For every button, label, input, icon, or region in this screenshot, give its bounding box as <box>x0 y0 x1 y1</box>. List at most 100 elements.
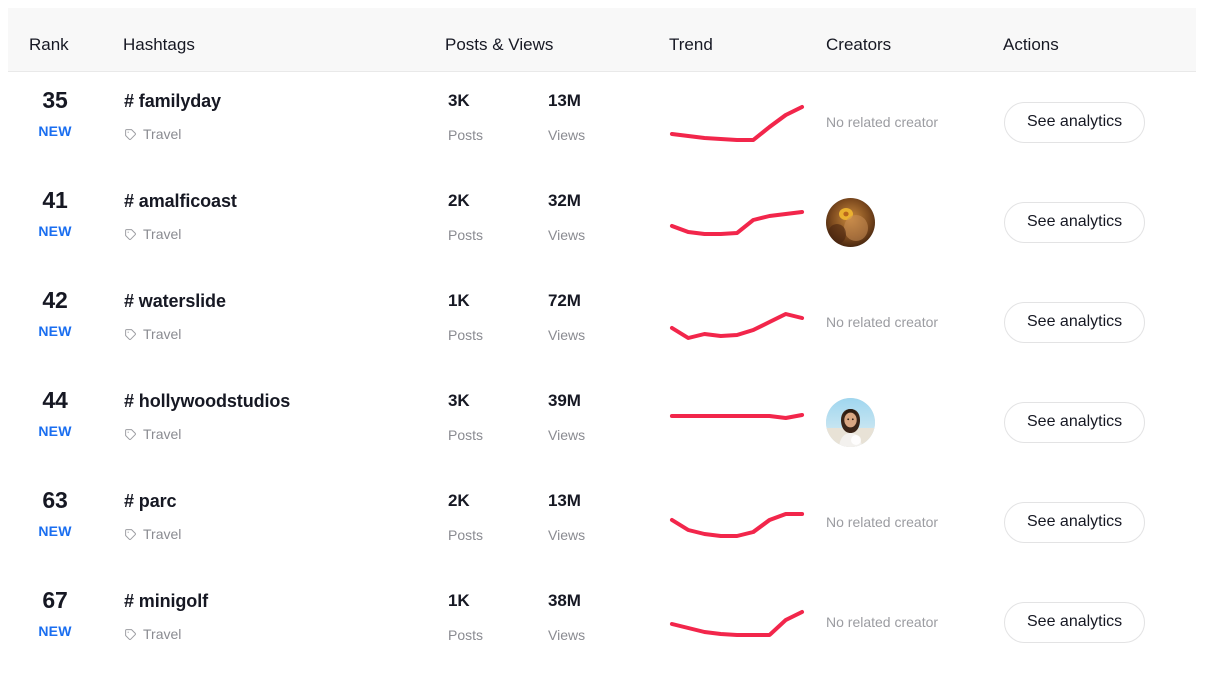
column-header-actions: Actions <box>1003 35 1059 54</box>
rank-number: 41 <box>42 187 68 213</box>
views-label: Views <box>548 527 586 543</box>
avatar[interactable] <box>826 397 875 447</box>
rank-cell: 44 NEW <box>0 372 110 439</box>
trend-sparkline <box>669 490 805 552</box>
rank-cell: 63 NEW <box>0 472 110 539</box>
see-analytics-button[interactable]: See analytics <box>1004 501 1146 543</box>
rank-number: 63 <box>42 487 68 513</box>
trend-sparkline <box>669 290 805 352</box>
views-cell: 39M Views <box>548 372 585 442</box>
rank-cell: 41 NEW <box>0 172 110 239</box>
tag-icon <box>124 328 137 341</box>
views-cell: 32M Views <box>548 172 585 242</box>
tag-icon <box>124 628 137 641</box>
no-creator-label: No related creator <box>826 614 939 630</box>
see-analytics-button[interactable]: See analytics <box>1004 201 1146 243</box>
tag-icon <box>124 128 137 141</box>
hashtag-name[interactable]: # waterslide <box>124 272 226 310</box>
category-chip: Travel <box>124 410 290 441</box>
views-value: 39M <box>548 391 581 410</box>
see-analytics-button[interactable]: See analytics <box>1004 601 1146 643</box>
posts-cell: 2K Posts <box>448 472 483 542</box>
table-row[interactable]: 42 NEW # waterslide Travel 1K Posts 72M Views No… <box>0 272 1217 372</box>
see-analytics-button[interactable]: See analytics <box>1004 101 1146 143</box>
trend-sparkline <box>669 90 805 152</box>
table-header: Rank Hashtags Posts & Views Trend Creato… <box>8 8 1196 72</box>
new-badge: NEW <box>38 523 72 539</box>
rank-number: 67 <box>42 587 68 613</box>
new-badge: NEW <box>38 223 72 239</box>
column-header-creators: Creators <box>826 35 892 54</box>
column-header-posts-views: Posts & Views <box>445 35 554 54</box>
posts-cell: 2K Posts <box>448 172 483 242</box>
hashtag-name[interactable]: # hollywoodstudios <box>124 372 290 410</box>
hashtag-cell[interactable]: # parc Travel <box>124 472 181 541</box>
creator-cell: No related creator <box>826 572 986 672</box>
hashtag-cell[interactable]: # amalficoast Travel <box>124 172 237 241</box>
rank-cell: 42 NEW <box>0 272 110 339</box>
trend-sparkline <box>669 390 805 452</box>
posts-label: Posts <box>448 627 484 643</box>
creator-cell: No related creator <box>826 272 986 372</box>
table-row[interactable]: 44 NEW # hollywoodstudios Travel 3K Posts 39M V… <box>0 372 1217 472</box>
posts-value: 1K <box>448 291 470 310</box>
creator-cell: No related creator <box>826 72 986 172</box>
category-chip: Travel <box>124 210 237 241</box>
table-row[interactable]: 41 NEW # amalficoast Travel 2K Posts 32M Views S… <box>0 172 1217 272</box>
views-label: Views <box>548 227 586 243</box>
see-analytics-button[interactable]: See analytics <box>1004 301 1146 343</box>
column-header-trend: Trend <box>669 35 713 54</box>
rank-number: 42 <box>42 287 68 313</box>
table-row[interactable]: 35 NEW # familyday Travel 3K Posts 13M Views No … <box>0 72 1217 172</box>
category-label: Travel <box>143 126 182 142</box>
posts-cell: 3K Posts <box>448 72 483 142</box>
new-badge: NEW <box>38 123 72 139</box>
rank-cell: 35 NEW <box>0 72 110 139</box>
posts-label: Posts <box>448 427 484 443</box>
actions-cell: See analytics <box>1004 572 1204 672</box>
tag-icon <box>124 528 137 541</box>
posts-cell: 1K Posts <box>448 272 483 342</box>
hashtag-cell[interactable]: # hollywoodstudios Travel <box>124 372 290 441</box>
views-label: Views <box>548 627 586 643</box>
category-label: Travel <box>143 326 182 342</box>
category-chip: Travel <box>124 110 221 141</box>
category-chip: Travel <box>124 610 208 641</box>
rank-number: 44 <box>42 387 68 413</box>
posts-cell: 1K Posts <box>448 572 483 642</box>
no-creator-label: No related creator <box>826 514 939 530</box>
table-row[interactable]: 67 NEW # minigolf Travel 1K Posts 38M Views No r… <box>0 572 1217 672</box>
hashtag-name[interactable]: # parc <box>124 472 181 510</box>
rank-cell: 67 NEW <box>0 572 110 639</box>
posts-label: Posts <box>448 227 484 243</box>
column-header-hashtags: Hashtags <box>123 35 195 54</box>
hashtag-cell[interactable]: # familyday Travel <box>124 72 221 141</box>
creator-cell <box>826 372 986 472</box>
new-badge: NEW <box>38 623 72 639</box>
category-label: Travel <box>143 626 182 642</box>
posts-label: Posts <box>448 127 484 143</box>
category-chip: Travel <box>124 510 181 541</box>
views-label: Views <box>548 127 586 143</box>
see-analytics-button[interactable]: See analytics <box>1004 401 1146 443</box>
views-cell: 13M Views <box>548 472 585 542</box>
hashtag-name[interactable]: # familyday <box>124 72 221 110</box>
no-creator-label: No related creator <box>826 314 939 330</box>
avatar[interactable] <box>826 197 875 247</box>
column-header-rank: Rank <box>29 35 69 54</box>
hashtag-trends-table: Rank Hashtags Posts & Views Trend Creato… <box>0 0 1217 690</box>
hashtag-cell[interactable]: # minigolf Travel <box>124 572 208 641</box>
category-chip: Travel <box>124 310 226 341</box>
creator-cell <box>826 172 986 272</box>
table-row[interactable]: 63 NEW # parc Travel 2K Posts 13M Views No relat… <box>0 472 1217 572</box>
views-cell: 72M Views <box>548 272 585 342</box>
hashtag-cell[interactable]: # waterslide Travel <box>124 272 226 341</box>
views-cell: 13M Views <box>548 72 585 142</box>
posts-value: 3K <box>448 391 470 410</box>
hashtag-name[interactable]: # amalficoast <box>124 172 237 210</box>
hashtag-name[interactable]: # minigolf <box>124 572 208 610</box>
actions-cell: See analytics <box>1004 172 1204 272</box>
new-badge: NEW <box>38 323 72 339</box>
views-label: Views <box>548 327 586 343</box>
tag-icon <box>124 428 137 441</box>
